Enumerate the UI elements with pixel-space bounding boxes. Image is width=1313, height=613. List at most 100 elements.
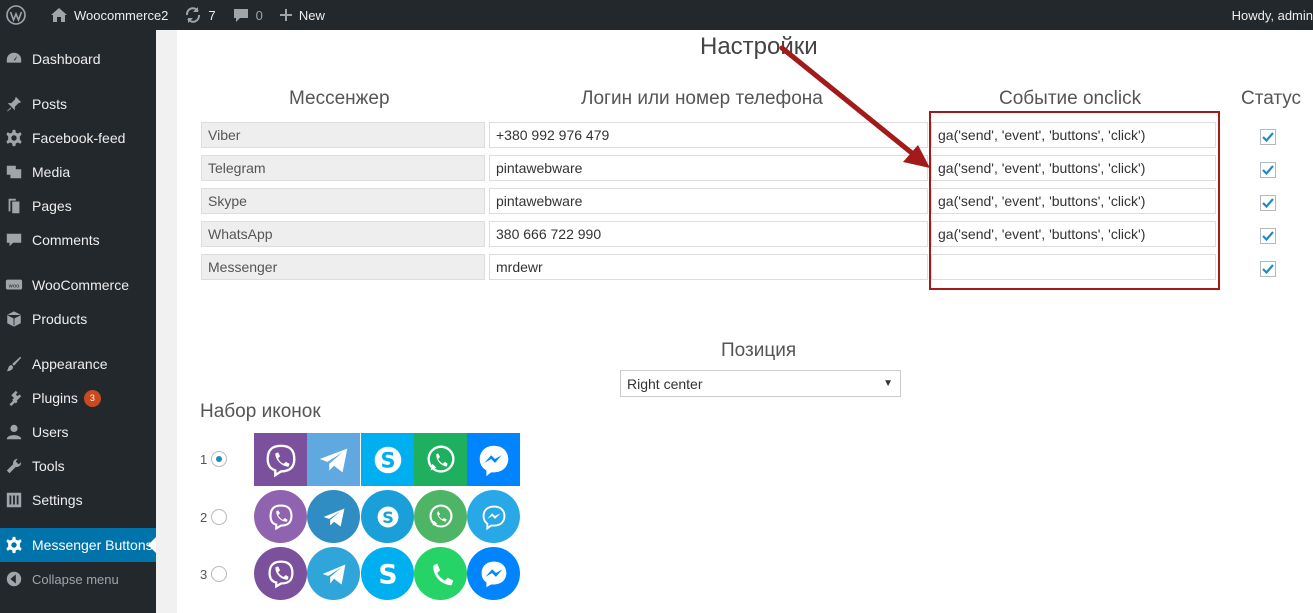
icon-set-radio-1[interactable] <box>211 451 227 467</box>
status-checkbox[interactable] <box>1260 162 1276 178</box>
position-select[interactable]: Right center ▼ <box>620 370 901 397</box>
wordpress-logo-button[interactable] <box>0 0 34 30</box>
plus-icon <box>279 9 292 21</box>
sidebar-item-media[interactable]: Media <box>0 155 156 189</box>
checkmark-icon <box>1262 165 1274 176</box>
login-input[interactable]: pintawebware <box>489 155 928 181</box>
sidebar-item-label: Settings <box>32 492 83 508</box>
sidebar-item-comments[interactable]: Comments <box>0 223 156 257</box>
sidebar-item-label: Facebook-feed <box>32 130 126 146</box>
viber-icon[interactable] <box>254 433 307 486</box>
wrench-icon <box>4 456 24 476</box>
sidebar-item-label: Comments <box>32 232 100 248</box>
new-content-link[interactable]: New <box>271 0 333 30</box>
icon-set-radio-3[interactable] <box>211 566 227 582</box>
status-checkbox[interactable] <box>1260 129 1276 145</box>
icon-set-label: Набор иконок <box>200 401 321 422</box>
dropdown-arrow-icon: ▼ <box>883 378 893 389</box>
sidebar-item-woocommerce[interactable]: woo WooCommerce <box>0 268 156 302</box>
admin-sidebar: Dashboard Posts Facebook-feed Media Page… <box>0 30 156 613</box>
status-checkbox[interactable] <box>1260 195 1276 211</box>
sidebar-item-label: Plugins <box>32 390 78 406</box>
column-header-status: Статус <box>1241 88 1302 109</box>
icon-set-radio-2[interactable] <box>211 509 227 525</box>
home-icon <box>51 8 67 22</box>
login-input[interactable]: 380 666 722 990 <box>489 221 928 247</box>
media-icon <box>4 162 24 182</box>
sidebar-item-messenger-buttons[interactable]: Messenger Buttons <box>0 528 156 562</box>
sidebar-item-label: Pages <box>32 198 72 214</box>
whatsapp-icon[interactable] <box>414 547 467 600</box>
sidebar-item-label: Media <box>32 164 71 180</box>
telegram-icon[interactable] <box>307 490 360 543</box>
sidebar-item-appearance[interactable]: Appearance <box>0 347 156 381</box>
messenger-icon[interactable] <box>467 490 520 543</box>
checkmark-icon <box>1262 132 1274 143</box>
messenger-name-field: WhatsApp <box>201 221 485 247</box>
login-input[interactable]: +380 992 976 479 <box>489 122 928 148</box>
sidebar-item-plugins[interactable]: Plugins 3 <box>0 381 156 415</box>
login-input[interactable]: pintawebware <box>489 188 928 214</box>
messenger-name-field: Skype <box>201 188 485 214</box>
updates-link[interactable]: 7 <box>176 0 223 30</box>
my-account-link[interactable]: Howdy, admin <box>1224 0 1313 30</box>
checkmark-icon <box>1262 231 1274 242</box>
howdy-text: Howdy, admin <box>1231 7 1313 23</box>
box-icon <box>4 309 24 329</box>
comments-link[interactable]: 0 <box>224 0 271 30</box>
svg-text:S: S <box>378 559 397 590</box>
telegram-icon[interactable] <box>307 547 360 600</box>
sidebar-item-dashboard[interactable]: Dashboard <box>0 42 156 76</box>
status-checkbox[interactable] <box>1260 228 1276 244</box>
collapse-menu-button[interactable]: Collapse menu <box>0 562 156 596</box>
site-name-link[interactable]: Woocommerce2 <box>42 0 176 30</box>
whatsapp-icon[interactable] <box>414 433 467 486</box>
position-selected-value: Right center <box>627 375 703 392</box>
skype-icon[interactable]: S <box>361 547 414 600</box>
site-name: Woocommerce2 <box>74 7 169 23</box>
plugins-update-badge: 3 <box>83 389 101 407</box>
sidebar-item-posts[interactable]: Posts <box>0 87 156 121</box>
sidebar-item-facebook-feed[interactable]: Facebook-feed <box>0 121 156 155</box>
sidebar-item-pages[interactable]: Pages <box>0 189 156 223</box>
updates-icon <box>186 7 201 23</box>
dashboard-icon <box>4 49 24 69</box>
comment-icon <box>4 230 24 250</box>
svg-text:S: S <box>382 508 394 527</box>
sidebar-item-products[interactable]: Products <box>0 302 156 336</box>
new-label: New <box>298 7 325 23</box>
checkmark-icon <box>1262 198 1274 209</box>
telegram-icon[interactable] <box>307 433 360 486</box>
viber-icon[interactable] <box>254 547 307 600</box>
skype-icon[interactable]: S <box>361 490 414 543</box>
sidebar-item-label: Appearance <box>32 356 108 372</box>
login-input[interactable]: mrdewr <box>489 254 928 280</box>
sidebar-item-users[interactable]: Users <box>0 415 156 449</box>
page-title: Настройки <box>700 33 818 60</box>
messenger-name-field: Messenger <box>201 254 485 280</box>
svg-text:S: S <box>380 448 395 472</box>
sidebar-item-label: Products <box>32 311 88 327</box>
icon-set-number: 2 <box>200 510 208 525</box>
skype-icon[interactable]: S <box>361 433 414 486</box>
whatsapp-icon[interactable] <box>414 490 467 543</box>
onclick-highlight-box <box>929 111 1220 290</box>
comment-icon <box>233 9 248 22</box>
plug-icon <box>4 388 24 408</box>
viber-icon[interactable] <box>254 490 307 543</box>
wordpress-icon <box>6 5 26 25</box>
status-checkbox[interactable] <box>1260 261 1276 277</box>
collapse-icon <box>4 569 24 589</box>
messenger-icon[interactable] <box>467 433 520 486</box>
sidebar-item-tools[interactable]: Tools <box>0 449 156 483</box>
icon-set-number: 1 <box>200 452 208 467</box>
icon-set-number: 3 <box>200 567 208 582</box>
sidebar-item-label: Messenger Buttons <box>32 537 153 553</box>
brush-icon <box>4 354 24 374</box>
column-header-login: Логин или номер телефона <box>581 88 823 109</box>
woo-icon: woo <box>4 275 24 295</box>
updates-count: 7 <box>208 7 216 23</box>
column-header-onclick: Событие onclick <box>999 88 1142 109</box>
sidebar-item-settings[interactable]: Settings <box>0 483 156 517</box>
messenger-icon[interactable] <box>467 547 520 600</box>
